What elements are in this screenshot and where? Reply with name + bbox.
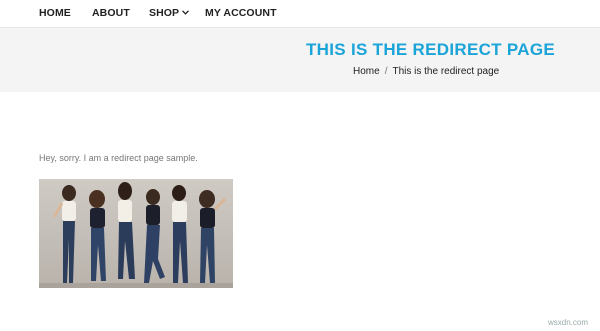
nav-shop-link[interactable]: SHOP xyxy=(149,7,190,19)
breadcrumb-separator: / xyxy=(384,66,388,77)
group-photo-image xyxy=(39,179,233,288)
page-header-band: THIS IS THE REDIRECT PAGE Home / This is t… xyxy=(0,28,600,92)
nav-my-account-link[interactable]: MY ACCOUNT xyxy=(205,7,277,19)
nav-about-link[interactable]: ABOUT xyxy=(92,7,130,19)
nav-home-link[interactable]: HOME xyxy=(39,7,71,19)
breadcrumb: Home / This is the redirect page xyxy=(353,66,499,77)
breadcrumb-home-link[interactable]: Home xyxy=(353,66,380,77)
watermark: wsxdn.com xyxy=(548,318,589,327)
top-navigation: HOME ABOUT SHOP MY ACCOUNT xyxy=(0,0,600,28)
page-title: THIS IS THE REDIRECT PAGE xyxy=(306,40,555,59)
nav-shop-label: SHOP xyxy=(149,7,180,19)
chevron-down-icon xyxy=(182,10,190,15)
redirect-message: Hey, sorry. I am a redirect page sample. xyxy=(39,153,198,163)
photo-illustration xyxy=(39,179,233,288)
breadcrumb-current: This is the redirect page xyxy=(392,66,500,77)
